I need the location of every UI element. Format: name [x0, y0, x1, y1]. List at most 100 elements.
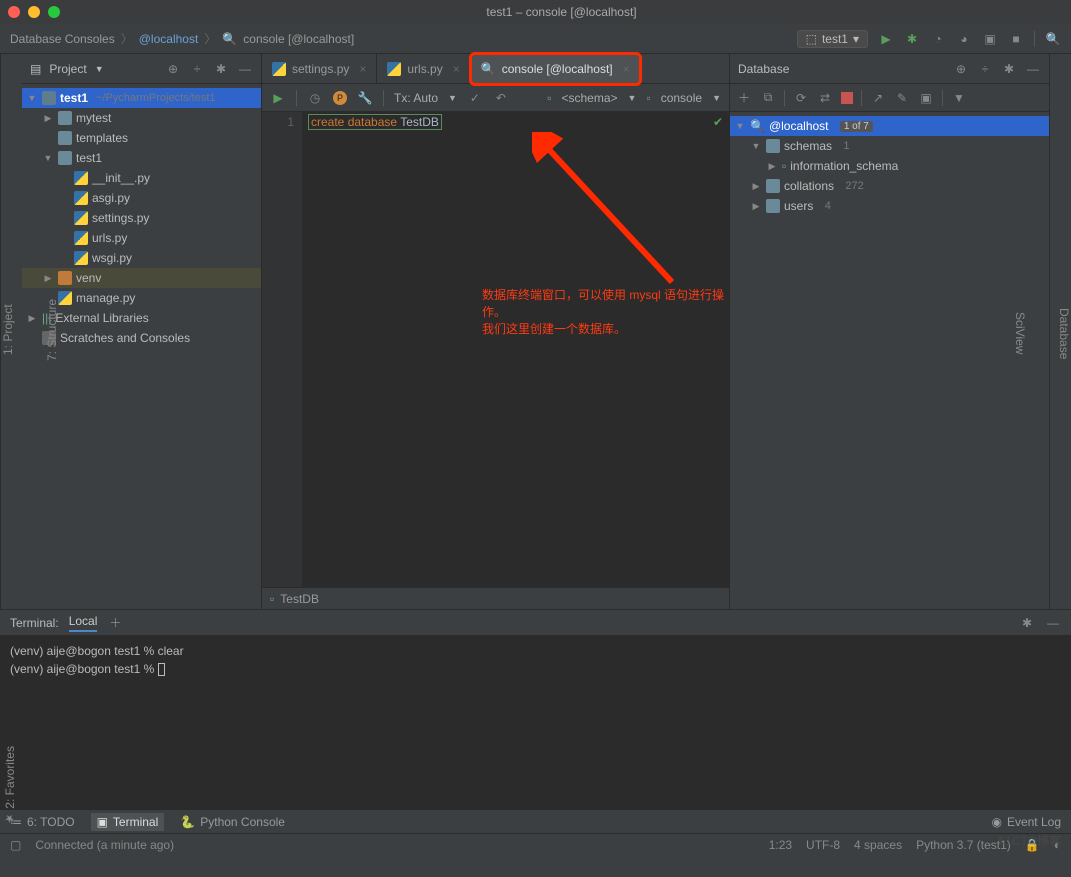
update-icon[interactable]: ■ [1008, 31, 1024, 47]
execute-icon[interactable]: ▶ [270, 90, 286, 106]
target-icon[interactable]: ⊕ [165, 61, 181, 77]
terminal-tab[interactable]: Local [69, 614, 98, 632]
commit-icon[interactable]: ✓ [467, 90, 483, 106]
db-schemas[interactable]: ▼schemas 1 [730, 136, 1049, 156]
debug-icon[interactable]: ✱ [904, 31, 920, 47]
minimize-icon[interactable] [28, 6, 40, 18]
run-icon[interactable]: ▶ [878, 31, 894, 47]
tab-console[interactable]: 🔍console [@localhost]× [471, 54, 641, 84]
duplicate-icon[interactable]: ⧉ [760, 90, 776, 106]
stripe-sciview[interactable]: SciView [1013, 312, 1027, 354]
node-label: asgi.py [92, 191, 130, 205]
tree-root[interactable]: ▼test1~/PycharmProjects/test1 [22, 88, 261, 108]
editor-statusbar: ▫TestDB [262, 587, 729, 609]
close-icon[interactable] [8, 6, 20, 18]
stripe-database[interactable]: Database [1057, 308, 1071, 359]
breadcrumb[interactable]: @localhost [139, 32, 199, 46]
tab-urls[interactable]: urls.py× [377, 54, 470, 84]
add-icon[interactable]: ＋ [736, 90, 752, 106]
separator [784, 90, 785, 106]
profile-icon[interactable]: ◕ [956, 31, 972, 47]
stripe-structure[interactable]: 7: Structure [45, 298, 59, 360]
tree-file[interactable]: __init__.py [22, 168, 261, 188]
console-icon[interactable]: ▣ [918, 90, 934, 106]
run-config-label: test1 [822, 32, 848, 46]
node-label: settings.py [92, 211, 149, 225]
node-label: @localhost [769, 119, 829, 133]
hide-icon[interactable]: — [237, 61, 253, 77]
gear-icon[interactable]: ✱ [1001, 61, 1017, 77]
search-icon[interactable]: 🔍 [1045, 31, 1061, 47]
count-badge: 1 of 7 [840, 121, 873, 132]
console-selector[interactable]: console [661, 91, 702, 105]
jump-icon[interactable]: ↗ [870, 90, 886, 106]
stripe-favorites[interactable]: ★ 2: Favorites [0, 740, 20, 831]
line-number: 1 [287, 115, 294, 129]
chevron-down-icon[interactable]: ▼ [95, 64, 104, 74]
stripe-project[interactable]: 1: Project [1, 304, 15, 355]
run-config-selector[interactable]: ⬚ test1 ▾ [797, 30, 868, 48]
terminal-button[interactable]: ▣ Terminal [91, 813, 165, 831]
separator [296, 90, 297, 106]
coverage-icon[interactable]: ◔ [930, 31, 946, 47]
collapse-icon[interactable]: ÷ [977, 61, 993, 77]
tx-mode[interactable]: Tx: Auto [394, 91, 438, 105]
gear-icon[interactable]: ✱ [213, 61, 229, 77]
explain-icon[interactable]: P [333, 91, 347, 105]
target-icon[interactable]: ⊕ [953, 61, 969, 77]
db-host[interactable]: ▼🔍@localhost 1 of 7 [730, 116, 1049, 136]
wrench-icon[interactable]: 🔧 [357, 90, 373, 106]
tree-node[interactable]: ▼test1 [22, 148, 261, 168]
sdk[interactable]: Python 3.7 (test1) [916, 838, 1011, 852]
collapse-icon[interactable]: ÷ [189, 61, 205, 77]
status-square[interactable]: ▢ [10, 838, 21, 852]
tree-venv[interactable]: ▶venv [22, 268, 261, 288]
tree-file[interactable]: asgi.py [22, 188, 261, 208]
db-icon: 🔍 [222, 32, 237, 46]
db-schema[interactable]: ▶▫information_schema [730, 156, 1049, 176]
db-collations[interactable]: ▶collations 272 [730, 176, 1049, 196]
hide-icon[interactable]: — [1025, 61, 1041, 77]
close-icon[interactable]: × [453, 62, 460, 76]
stop-icon[interactable] [841, 92, 853, 104]
close-icon[interactable]: × [359, 62, 366, 76]
code-area[interactable]: create database TestDB ✔ 数据库终端窗口，可以使用 my… [302, 112, 729, 587]
tab-settings[interactable]: settings.py× [262, 54, 377, 84]
filter-icon[interactable]: ▼ [951, 90, 967, 106]
history-icon[interactable]: ◷ [307, 90, 323, 106]
caret-position[interactable]: 1:23 [769, 838, 792, 852]
node-label: schemas [784, 139, 832, 153]
annotation-text: 数据库终端窗口，可以使用 mysql 语句进行操作。 我们这里创建一个数据库。 [482, 287, 729, 337]
add-tab-icon[interactable]: ＋ [107, 615, 123, 631]
indent[interactable]: 4 spaces [854, 838, 902, 852]
rollback-icon[interactable]: ↶ [493, 90, 509, 106]
gear-icon[interactable]: ✱ [1019, 615, 1035, 631]
hide-icon[interactable]: — [1045, 615, 1061, 631]
watermark: 51CTO博客 [999, 832, 1061, 849]
edit-icon[interactable]: ✎ [894, 90, 910, 106]
refresh-icon[interactable]: ⟳ [793, 90, 809, 106]
node-label: manage.py [76, 291, 135, 305]
breadcrumb[interactable]: Database Consoles [10, 32, 115, 46]
close-icon[interactable]: × [623, 62, 630, 76]
keyword: database [348, 115, 397, 129]
window-controls [8, 6, 60, 18]
terminal-body[interactable]: (venv) aije@bogon test1 % clear (venv) a… [0, 636, 1071, 809]
titlebar: test1 – console [@localhost] [0, 0, 1071, 24]
code-editor[interactable]: 1 create database TestDB ✔ 数据库终端窗口，可以使用 … [262, 112, 729, 587]
schema-selector[interactable]: <schema> [561, 91, 617, 105]
tree-file[interactable]: settings.py [22, 208, 261, 228]
terminal-line: (venv) aije@bogon test1 % clear [10, 642, 1061, 660]
stop-icon[interactable]: ▣ [982, 31, 998, 47]
db-users[interactable]: ▶users 4 [730, 196, 1049, 216]
sync-icon[interactable]: ⇄ [817, 90, 833, 106]
tree-file[interactable]: wsgi.py [22, 248, 261, 268]
maximize-icon[interactable] [48, 6, 60, 18]
python-console-button[interactable]: 🐍 Python Console [180, 815, 285, 829]
tree-node[interactable]: templates [22, 128, 261, 148]
tree-file[interactable]: urls.py [22, 228, 261, 248]
tree-node[interactable]: ▶mytest [22, 108, 261, 128]
event-log-button[interactable]: ◉ Event Log [991, 815, 1061, 829]
encoding[interactable]: UTF-8 [806, 838, 840, 852]
breadcrumb[interactable]: console [@localhost] [243, 32, 354, 46]
